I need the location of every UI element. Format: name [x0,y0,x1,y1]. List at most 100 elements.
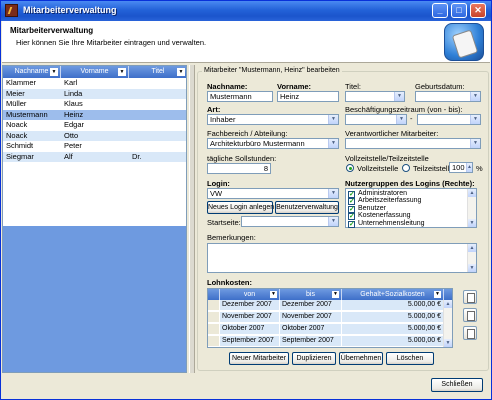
add-lohnkosten-icon[interactable] [463,290,477,304]
duplizieren-button[interactable]: Duplizieren [292,352,336,365]
chevron-down-icon[interactable]: ▼ [470,115,480,124]
titel-select[interactable]: ▼ [345,91,405,102]
row-selector[interactable] [208,336,220,347]
list-header: Nachname ▼ Vorname ▼ Titel ▼ [3,66,186,78]
cell-nachname: Mustermann [6,109,48,119]
title-bar[interactable]: Mitarbeiterverwaltung _ □ ✕ [1,1,491,21]
column-header-von[interactable]: von ▼ [220,289,280,300]
spinner-icon[interactable]: ▲ [466,163,472,172]
scroll-up-icon[interactable]: ▲ [468,244,476,252]
nachname-label: Nachname: [207,82,248,91]
art-select[interactable]: Inhaber ▼ [207,114,339,125]
scroll-down-icon[interactable]: ▼ [444,339,452,347]
table-row[interactable]: Dezember 2007 Dezember 2007 5.000,00 € [208,300,452,311]
row-selector[interactable] [208,324,220,335]
nutzergruppe-checkbox[interactable]: ✓ [348,220,355,228]
chevron-down-icon[interactable]: ▼ [177,68,185,76]
row-selector[interactable] [208,300,220,311]
fachbereich-select[interactable]: Architekturbüro Mustermann ▼ [207,138,339,149]
chevron-down-icon[interactable]: ▼ [396,115,406,124]
chevron-down-icon[interactable]: ▼ [470,139,480,148]
scroll-down-icon[interactable]: ▼ [468,219,476,227]
list-empty-area [3,226,186,372]
neues-login-button[interactable]: Neues Login anlegen [207,201,274,214]
list-item[interactable]: Klammer Karl [3,78,186,89]
app-icon [5,4,18,17]
bemerkungen-scrollbar[interactable]: ▲ ▼ [467,244,476,272]
teilzeit-percent-spinner[interactable]: 100 ▲ [449,162,473,173]
minimize-button[interactable]: _ [432,3,448,18]
loeschen-button[interactable]: Löschen [386,352,434,365]
list-item[interactable]: Mustermann Heinz [3,109,186,120]
list-item[interactable]: Meier Linda [3,88,186,99]
chevron-down-icon[interactable]: ▼ [434,291,441,298]
bemerkungen-field[interactable]: ▲ ▼ [207,243,477,273]
lohnkosten-scrollbar[interactable]: ▲ ▼ [443,300,452,347]
list-item[interactable]: Noack Otto [3,130,186,141]
table-row[interactable]: November 2007 November 2007 5.000,00 € [208,312,452,323]
main-window: Mitarbeiterverwaltung _ □ ✕ Mitarbeiterv… [0,0,492,400]
page-subtitle: Hier können Sie Ihre Mitarbeiter eintrag… [16,38,207,47]
benutzerverwaltung-button[interactable]: Benutzerverwaltung [275,201,339,214]
table-row[interactable]: September 2007 September 2007 5.000,00 € [208,336,452,347]
cell-betrag: 5.000,00 € [342,312,444,323]
nachname-field[interactable]: Mustermann [207,91,273,102]
verantwortlich-select[interactable]: ▼ [345,138,481,149]
chevron-down-icon[interactable]: ▼ [470,92,480,101]
column-header-gehalt[interactable]: Gehalt+Sozialkosten ▼ [342,289,444,300]
list-item[interactable]: Siegmar Alf Dr. [3,151,186,162]
vollzeit-radio[interactable] [346,164,354,172]
login-label: Login: [207,179,230,188]
maximize-button[interactable]: □ [451,3,467,18]
nutzergruppe-checkbox[interactable]: ✓ [348,198,355,206]
chevron-down-icon[interactable]: ▼ [394,92,404,101]
nutzergruppe-checkbox[interactable]: ✓ [348,213,355,221]
splitter[interactable] [189,65,195,373]
list-item[interactable]: Schmidt Peter [3,141,186,152]
scroll-up-icon[interactable]: ▲ [444,300,452,308]
chevron-down-icon[interactable]: ▼ [270,291,277,298]
login-select[interactable]: VW ▼ [207,188,339,199]
column-header-vorname[interactable]: Vorname ▼ [61,66,129,78]
column-header-bis[interactable]: bis ▼ [280,289,342,300]
scroll-down-icon[interactable]: ▼ [468,264,476,272]
employee-card-icon [444,23,484,61]
scroll-up-icon[interactable]: ▲ [468,189,476,197]
chevron-down-icon[interactable]: ▼ [50,68,58,76]
uebernehmen-button[interactable]: Übernehmen [339,352,383,365]
geburtsdatum-field[interactable]: ▼ [415,91,481,102]
nutzergruppen-list[interactable]: ✓ Administratoren ✓ Arbeitszeiterfassung ✓ Be… [345,188,477,228]
vollzeit-group-label: Vollzeitstelle/Teilzeitstelle [345,154,429,163]
sollstunden-field[interactable]: 8 [207,163,271,174]
vorname-field[interactable]: Heinz [277,91,339,102]
list-item[interactable]: Noack Edgar [3,120,186,131]
chevron-down-icon[interactable]: ▼ [328,115,338,124]
edit-lohnkosten-icon[interactable] [463,308,477,322]
chevron-down-icon[interactable]: ▼ [118,68,126,76]
nutzergruppen-scrollbar[interactable]: ▲ ▼ [467,189,476,227]
beschaeftigung-bis[interactable]: ▼ [417,114,481,125]
column-header-titel[interactable]: Titel ▼ [129,66,186,78]
list-item[interactable]: Müller Klaus [3,99,186,110]
row-selector[interactable] [208,312,220,323]
lohnkosten-table[interactable]: von ▼ bis ▼ Gehalt+Sozialkosten ▼ Dezember … [207,288,453,348]
close-button[interactable]: ✕ [470,3,486,18]
chevron-down-icon[interactable]: ▼ [332,291,339,298]
cell-nachname: Noack [6,120,28,129]
neuer-mitarbeiter-button[interactable]: Neuer Mitarbeiter [229,352,289,365]
schliessen-button[interactable]: Schließen [431,378,483,392]
nutzergruppe-checkbox[interactable]: ✓ [348,191,355,198]
lohnkosten-label: Lohnkosten: [207,278,252,287]
startseite-select[interactable]: ▼ [241,216,339,227]
chevron-down-icon[interactable]: ▼ [328,217,338,226]
employee-list[interactable]: Nachname ▼ Vorname ▼ Titel ▼ Klammer Karl Mei… [2,65,187,373]
teilzeit-radio[interactable] [402,164,410,172]
beschaeftigung-von[interactable]: ▼ [345,114,407,125]
chevron-down-icon[interactable]: ▼ [328,139,338,148]
nutzergruppe-checkbox[interactable]: ✓ [348,205,355,213]
sollstunden-label: tägliche Sollstunden: [207,154,277,163]
column-header-nachname[interactable]: Nachname ▼ [3,66,61,78]
table-row[interactable]: Oktober 2007 Oktober 2007 5.000,00 € [208,324,452,335]
delete-lohnkosten-icon[interactable] [463,326,477,340]
chevron-down-icon[interactable]: ▼ [328,189,338,198]
